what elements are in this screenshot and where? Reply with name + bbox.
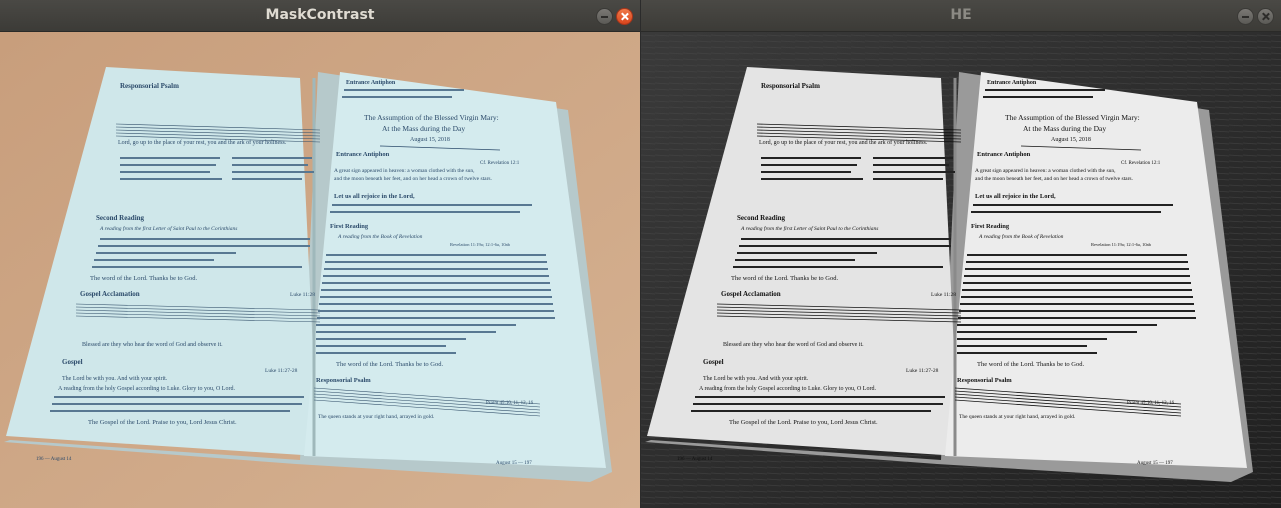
close-icon[interactable] — [616, 8, 633, 25]
title-bar[interactable]: HE — [641, 0, 1281, 32]
right-antiphon-line1: A great sign appeared in heaven: a woman… — [334, 168, 475, 174]
right-antiphon-ref: Cf. Revelation 12:1 — [1121, 161, 1161, 166]
left-gospel-line1: The Lord be with you. And with your spir… — [703, 376, 809, 382]
left-acclamation-ref: Luke 11:28 — [290, 292, 315, 298]
left-gospel-line2: A reading from the holy Gospel according… — [58, 385, 235, 392]
right-rejoice: Let us all rejoice in the Lord, — [975, 193, 1056, 200]
left-gospel-line1: The Lord be with you. And with your spir… — [62, 376, 168, 382]
right-psalm-text: The queen stands at your right hand, arr… — [318, 414, 435, 420]
left-blessed: Blessed are they who hear the word of Go… — [723, 341, 864, 348]
left-gospel: Gospel — [62, 358, 83, 366]
left-acclamation: Gospel Acclamation — [721, 290, 781, 298]
left-verse1: Lord, go up to the place of your rest, y… — [759, 139, 928, 146]
minimize-icon[interactable] — [596, 8, 613, 25]
left-header: Responsorial Psalm — [120, 82, 179, 90]
title-bar[interactable]: MaskContrast — [0, 0, 640, 32]
left-gospel-line2: A reading from the holy Gospel according… — [699, 385, 876, 392]
right-page-number: August 15 — 197 — [1137, 461, 1173, 466]
right-date: August 15, 2018 — [410, 137, 450, 143]
right-antiphon-line2: and the moon beneath her feet, and on he… — [975, 175, 1134, 182]
right-reading-source: A reading from the Book of Revelation — [978, 233, 1064, 240]
left-thanks: The word of the Lord. Thanks be to God. — [90, 275, 197, 282]
right-psalm: Responsorial Psalm — [957, 377, 1012, 384]
right-antiphon: Entrance Antiphon — [336, 151, 390, 158]
right-psalm-text: The queen stands at your right hand, arr… — [959, 414, 1076, 420]
right-antiphon-line1: A great sign appeared in heaven: a woman… — [975, 168, 1116, 174]
left-second-reading-source: A reading from the first Letter of Saint… — [740, 225, 878, 232]
left-thanks: The word of the Lord. Thanks be to God. — [731, 275, 838, 282]
right-reading-source: A reading from the Book of Revelation — [337, 233, 423, 240]
left-page-number: 196 — August 14 — [677, 457, 713, 462]
right-header: Entrance Antiphon — [346, 80, 396, 86]
minimize-icon[interactable] — [1237, 8, 1254, 25]
left-second-reading-source: A reading from the first Letter of Saint… — [99, 225, 237, 232]
right-date: August 15, 2018 — [1051, 137, 1091, 143]
left-gospel: Gospel — [703, 358, 724, 366]
right-title2: At the Mass during the Day — [1023, 124, 1106, 133]
right-title2: At the Mass during the Day — [382, 124, 465, 133]
left-page-number: 196 — August 14 — [36, 457, 72, 462]
window-he[interactable]: HE Responsorial Psalm Lord, go up to the… — [641, 0, 1281, 508]
left-second-reading: Second Reading — [737, 214, 786, 222]
window-title: HE — [950, 7, 972, 23]
image-canvas: Responsorial Psalm Lord, go up to the pl… — [641, 32, 1281, 508]
book-photo-equalized: Responsorial Psalm Lord, go up to the pl… — [641, 32, 1281, 508]
right-antiphon-line2: and the moon beneath her feet, and on he… — [334, 175, 493, 182]
book-photo: Responsorial Psalm Lord, go up to the pl… — [0, 32, 640, 508]
image-canvas: Responsorial Psalm Lord, go up to the pl… — [0, 32, 640, 508]
left-gospel-ref: Luke 11:27-28 — [265, 368, 298, 374]
close-icon[interactable] — [1257, 8, 1274, 25]
right-thanks: The word of the Lord. Thanks be to God. — [336, 361, 443, 368]
left-second-reading: Second Reading — [96, 214, 145, 222]
window-maskcontrast[interactable]: MaskContrast Responsorial Psalm Lord, go… — [0, 0, 640, 508]
left-acclamation: Gospel Acclamation — [80, 290, 140, 298]
right-reading: First Reading — [971, 223, 1010, 230]
right-header: Entrance Antiphon — [987, 80, 1037, 86]
window-title: MaskContrast — [265, 7, 375, 23]
right-title1: The Assumption of the Blessed Virgin Mar… — [1005, 113, 1140, 122]
left-acclamation-ref: Luke 11:28 — [931, 292, 956, 298]
right-psalm: Responsorial Psalm — [316, 377, 371, 384]
right-rejoice: Let us all rejoice in the Lord, — [334, 193, 415, 200]
right-antiphon-ref: Cf. Revelation 12:1 — [480, 161, 520, 166]
left-gospel-end: The Gospel of the Lord. Praise to you, L… — [729, 419, 878, 426]
right-antiphon: Entrance Antiphon — [977, 151, 1031, 158]
right-page-number: August 15 — 197 — [496, 461, 532, 466]
right-reading: First Reading — [330, 223, 369, 230]
left-blessed: Blessed are they who hear the word of Go… — [82, 341, 223, 348]
left-verse1: Lord, go up to the place of your rest, y… — [118, 139, 287, 146]
left-gospel-ref: Luke 11:27-28 — [906, 368, 939, 374]
right-thanks: The word of the Lord. Thanks be to God. — [977, 361, 1084, 368]
left-header: Responsorial Psalm — [761, 82, 820, 90]
left-gospel-end: The Gospel of the Lord. Praise to you, L… — [88, 419, 237, 426]
right-title1: The Assumption of the Blessed Virgin Mar… — [364, 113, 499, 122]
